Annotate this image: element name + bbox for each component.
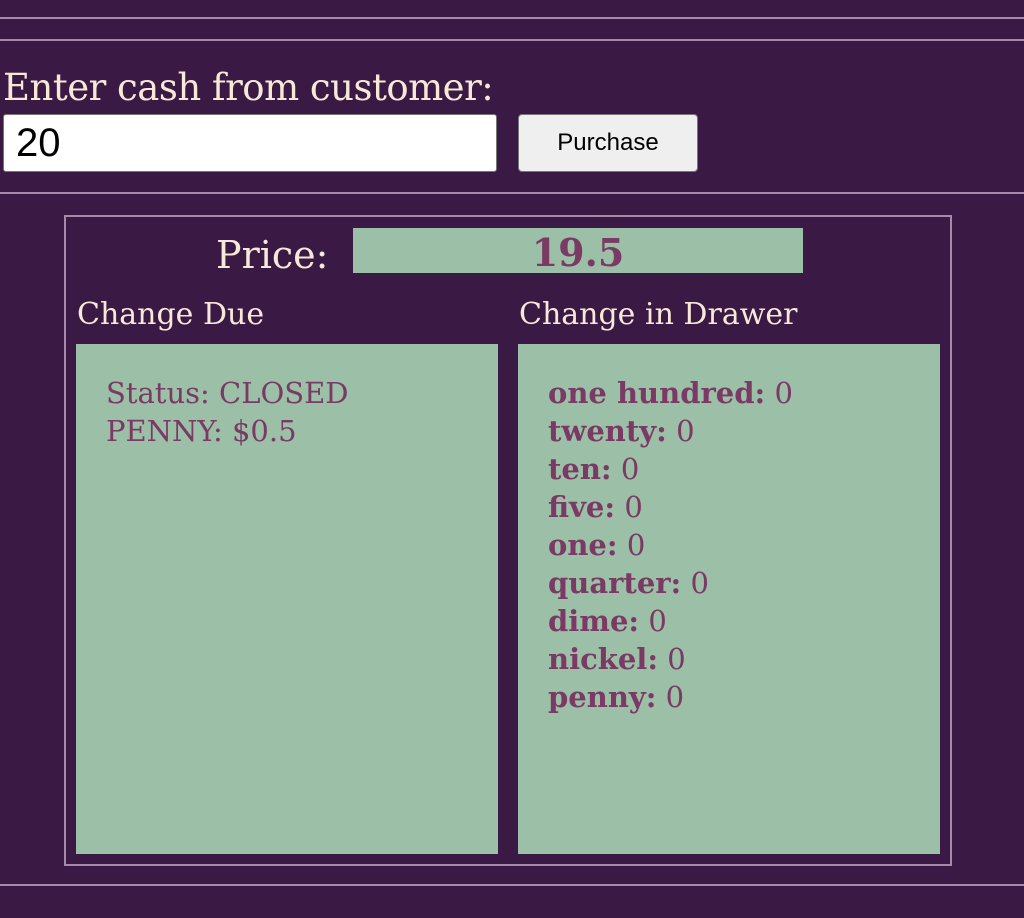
drawer-item-five: five: 0 bbox=[548, 488, 940, 526]
drawer-item-quarter: quarter: 0 bbox=[548, 564, 940, 602]
drawer-item-label: penny: bbox=[548, 680, 657, 714]
bottom-divider bbox=[0, 884, 1024, 886]
drawer-item-label: ten: bbox=[548, 452, 612, 486]
drawer-item-label: dime: bbox=[548, 604, 640, 638]
drawer-item-label: nickel: bbox=[548, 642, 659, 676]
change-in-drawer-panel: one hundred: 0 twenty: 0 ten: 0 five: 0 … bbox=[518, 344, 940, 854]
drawer-item-value: 0 bbox=[667, 642, 686, 676]
change-due-panel: Status: CLOSED PENNY: $0.5 bbox=[76, 344, 498, 854]
drawer-item-label: five: bbox=[548, 490, 616, 524]
drawer-item-one-hundred: one hundred: 0 bbox=[548, 374, 940, 412]
drawer-item-nickel: nickel: 0 bbox=[548, 640, 940, 678]
drawer-item-value: 0 bbox=[648, 604, 667, 638]
drawer-item-value: 0 bbox=[624, 490, 643, 524]
drawer-item-penny: penny: 0 bbox=[548, 678, 940, 716]
top-divider bbox=[0, 17, 1024, 19]
purchase-button[interactable]: Purchase bbox=[518, 114, 698, 172]
price-display: 19.5 bbox=[353, 228, 803, 275]
change-in-drawer-title: Change in Drawer bbox=[519, 297, 798, 332]
header-divider bbox=[0, 39, 1024, 41]
cash-input-label: Enter cash from customer: bbox=[3, 66, 494, 109]
drawer-item-label: one hundred: bbox=[548, 376, 766, 410]
drawer-item-value: 0 bbox=[626, 528, 646, 562]
drawer-item-value: 0 bbox=[774, 376, 793, 410]
drawer-item-twenty: twenty: 0 bbox=[548, 412, 940, 450]
drawer-item-label: quarter: bbox=[548, 566, 682, 600]
drawer-item-dime: dime: 0 bbox=[548, 602, 940, 640]
drawer-item-one: one: 0 bbox=[548, 526, 940, 564]
change-status: Status: CLOSED bbox=[106, 376, 349, 410]
drawer-item-value: 0 bbox=[676, 414, 695, 448]
drawer-item-value: 0 bbox=[690, 566, 709, 600]
drawer-item-ten: ten: 0 bbox=[548, 450, 940, 488]
cash-input[interactable] bbox=[3, 114, 497, 172]
price-label: Price: bbox=[216, 233, 329, 277]
change-line: PENNY: $0.5 bbox=[106, 414, 297, 448]
change-due-title: Change Due bbox=[77, 297, 265, 332]
drawer-item-value: 0 bbox=[620, 452, 640, 486]
drawer-item-value: 0 bbox=[665, 680, 685, 714]
drawer-item-label: twenty: bbox=[548, 414, 667, 448]
cash-register: Price: 19.5 Change Due Change in Drawer … bbox=[64, 215, 952, 866]
form-divider bbox=[0, 192, 1024, 194]
drawer-item-label: one: bbox=[548, 528, 618, 562]
